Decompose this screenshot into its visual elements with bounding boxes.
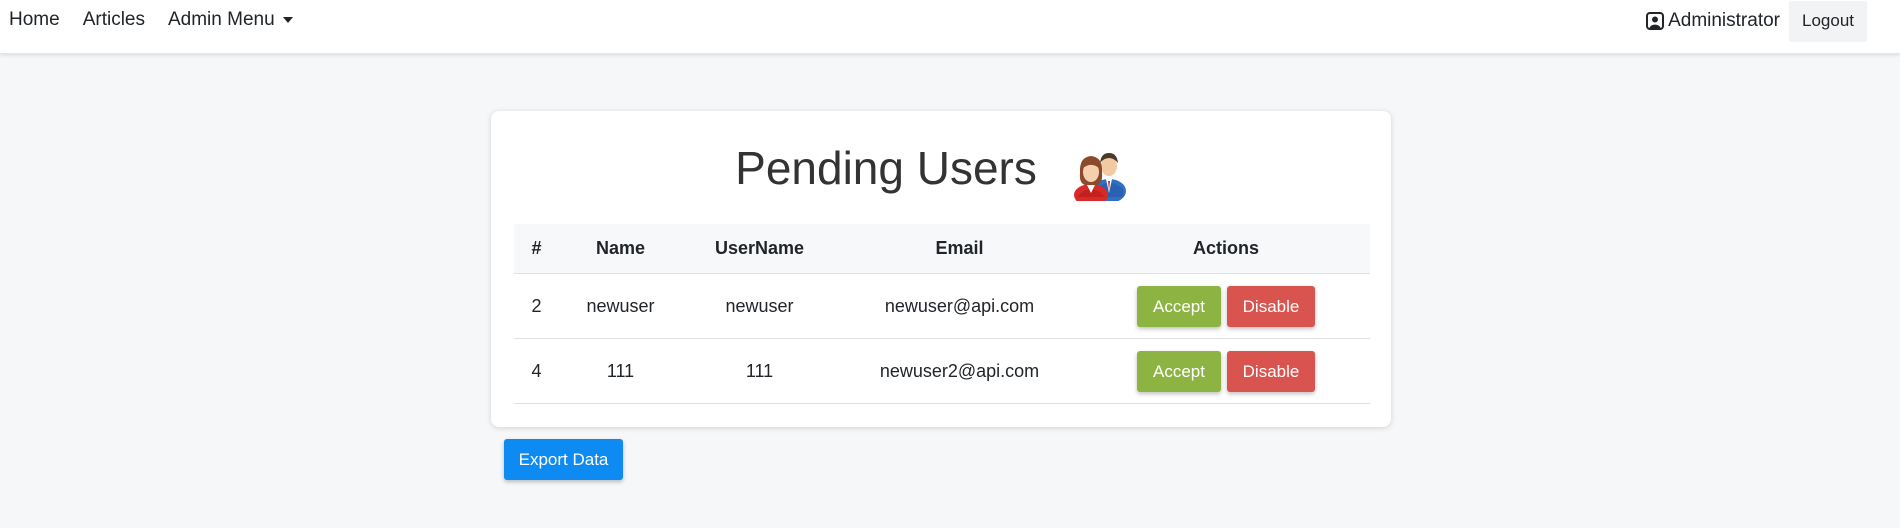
nav-links: Home Articles Admin Menu [9,9,293,31]
row-actions: Accept Disable [1082,273,1370,339]
admin-menu-label: Admin Menu [167,9,275,30]
table-row: 2 newuser newuser newuser@api.com Accept… [514,273,1370,339]
current-user: Administrator [1646,10,1780,32]
title-row: Pending Users [491,133,1391,203]
header-username: UserName [714,238,805,258]
table-header-row: # Name UserName Email Actions [514,224,1370,274]
row-username: 111 [682,338,837,404]
header-email: Email [935,238,984,258]
row-username: newuser [682,273,837,339]
user-badge-icon [1646,12,1665,30]
logout-button[interactable]: Logout [1789,0,1867,42]
row-email: newuser2@api.com [837,338,1082,404]
export-data-button[interactable]: Export Data [504,439,623,480]
accept-button[interactable]: Accept [1137,285,1221,327]
pending-users-table: # Name UserName Email Actions 2 newuser … [514,224,1370,404]
row-name: newuser [559,273,682,339]
nav-user-area: Administrator Logout [1646,0,1900,42]
header-num: # [531,238,542,258]
disable-button[interactable]: Disable [1227,350,1315,392]
row-name: 111 [559,338,682,404]
row-email: newuser@api.com [837,273,1082,339]
row-num: 2 [514,273,559,339]
row-actions: Accept Disable [1082,338,1370,404]
header-name: Name [595,238,646,258]
row-num: 4 [514,338,559,404]
users-icon [1073,153,1126,201]
nav-home-link[interactable]: Home [9,9,60,31]
top-navbar: Home Articles Admin Menu Administrator L… [0,0,1900,54]
current-user-name: Administrator [1668,10,1780,31]
pending-users-card: Pending Users # Name UserName Email Acti… [491,111,1391,427]
table-row: 4 111 111 newuser2@api.com Accept Disable [514,338,1370,404]
page-title: Pending Users [735,142,1037,194]
caret-down-icon [282,17,293,23]
disable-button[interactable]: Disable [1227,285,1315,327]
admin-menu-dropdown[interactable]: Admin Menu [168,9,293,31]
nav-articles-link[interactable]: Articles [83,9,145,31]
accept-button[interactable]: Accept [1137,350,1221,392]
header-actions: Actions [1192,238,1259,258]
